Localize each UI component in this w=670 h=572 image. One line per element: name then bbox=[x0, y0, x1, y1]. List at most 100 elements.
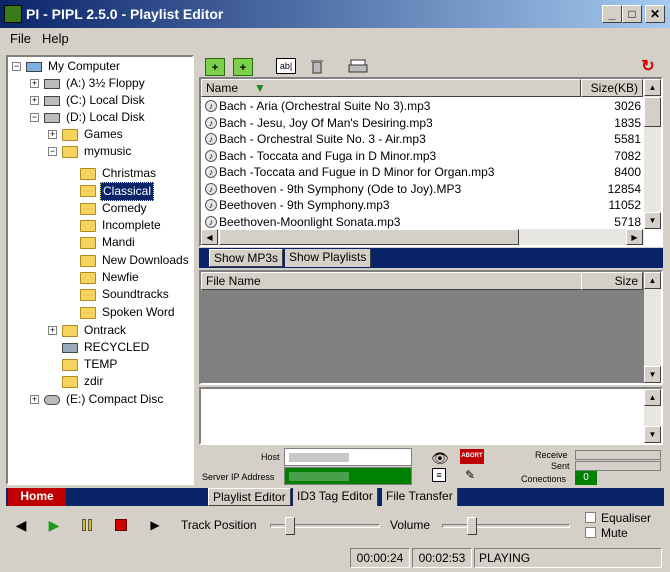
tab-show-playlists[interactable]: Show Playlists bbox=[285, 249, 372, 267]
folder-icon bbox=[62, 359, 78, 371]
window-title: PI - PIPL 2.5.0 - Playlist Editor bbox=[26, 6, 224, 22]
volume-label: Volume bbox=[390, 518, 431, 532]
close-button[interactable]: ✕ bbox=[645, 5, 665, 23]
folder-icon bbox=[80, 168, 96, 180]
hscroll-thumb[interactable] bbox=[219, 229, 519, 245]
pen-icon[interactable]: ✎ bbox=[465, 468, 475, 482]
file-size: 3026 bbox=[614, 99, 641, 113]
add-file-icon[interactable]: + bbox=[205, 58, 225, 76]
scroll-down-icon[interactable]: ▼ bbox=[644, 366, 661, 383]
computer-icon bbox=[26, 62, 42, 72]
info-text-area[interactable]: ▲ ▼ bbox=[199, 387, 663, 445]
play-icon[interactable]: ▶ bbox=[45, 516, 63, 534]
scroll-up-icon[interactable]: ▲ bbox=[644, 79, 661, 96]
column-header-size[interactable]: Size(KB) bbox=[581, 79, 643, 97]
folder-icon bbox=[80, 220, 96, 232]
file-list[interactable]: Name ▼ Size(KB) ♪ Bach - Aria (Orchestral… bbox=[199, 77, 663, 247]
menu-help[interactable]: Help bbox=[42, 31, 69, 46]
playlist-panel[interactable]: File Name Size ▲ ▼ bbox=[199, 270, 663, 385]
file-list-hscrollbar[interactable]: ◀ ▶ bbox=[201, 229, 644, 245]
file-name: Bach - Jesu, Joy Of Man's Desiring.mp3 bbox=[219, 115, 433, 130]
scroll-up-icon[interactable]: ▲ bbox=[644, 272, 661, 289]
file-name: Bach - Toccata and Fuga in D Minor.mp3 bbox=[219, 148, 437, 163]
file-size: 11052 bbox=[608, 198, 641, 212]
file-row[interactable]: ♪ Bach - Toccata and Fuga in D Minor.mp3 7… bbox=[203, 148, 641, 165]
info-scrollbar[interactable]: ▲ ▼ bbox=[644, 389, 661, 443]
print-icon[interactable] bbox=[348, 58, 368, 76]
file-row[interactable]: ♪ Bach - Aria (Orchestral Suite No 3).mp3… bbox=[203, 98, 641, 115]
eye-icon[interactable]: 👁 bbox=[431, 450, 449, 467]
column-header-file-name[interactable]: File Name bbox=[201, 272, 643, 290]
disk-icon bbox=[44, 96, 60, 106]
audio-file-icon: ♪ bbox=[205, 116, 217, 129]
file-list-scrollbar[interactable]: ▲ ▼ bbox=[644, 79, 661, 229]
scroll-right-icon[interactable]: ▶ bbox=[626, 229, 643, 245]
rename-icon[interactable]: ab| bbox=[276, 58, 296, 74]
add-all-icon[interactable]: + bbox=[233, 58, 253, 76]
scroll-left-icon[interactable]: ◀ bbox=[201, 229, 218, 245]
folder-icon bbox=[80, 203, 96, 215]
abort-button[interactable]: ABORT bbox=[460, 449, 484, 464]
folder-icon bbox=[80, 307, 96, 319]
delete-icon[interactable] bbox=[307, 58, 327, 76]
maximize-button[interactable]: □ bbox=[622, 5, 642, 23]
folder-tree[interactable]: − My Computer + (A:) 3½ Floppy + (C:) Lo… bbox=[6, 55, 194, 485]
minimize-button[interactable]: _ bbox=[602, 5, 622, 23]
sent-bar bbox=[575, 461, 661, 471]
file-row[interactable]: ♪ Bach -Toccata and Fugue in D Minor for … bbox=[203, 164, 641, 181]
connections-count: 0 bbox=[575, 471, 597, 485]
file-row[interactable]: ♪ Bach - Jesu, Joy Of Man's Desiring.mp3 1… bbox=[203, 115, 641, 132]
playlist-scrollbar[interactable]: ▲ ▼ bbox=[644, 272, 661, 383]
document-icon[interactable]: ≡ bbox=[432, 468, 446, 482]
host-field[interactable] bbox=[284, 448, 412, 466]
list-tabs: Show MP3s Show Playlists bbox=[199, 248, 663, 268]
scroll-thumb[interactable] bbox=[644, 97, 661, 127]
tab-playlist-editor[interactable]: Playlist Editor bbox=[208, 488, 291, 506]
track-position-slider[interactable] bbox=[270, 517, 380, 535]
folder-icon bbox=[80, 289, 96, 301]
scroll-down-icon[interactable]: ▼ bbox=[644, 426, 661, 443]
folder-icon bbox=[80, 255, 96, 267]
equaliser-label: Equaliser bbox=[601, 511, 652, 525]
file-row[interactable]: ♪ Bach - Orchestral Suite No. 3 - Air.mp3… bbox=[203, 131, 641, 148]
next-icon[interactable]: ▶ bbox=[146, 516, 164, 534]
pause-icon[interactable] bbox=[78, 516, 96, 534]
main-tabs: Home Playlist Editor ID3 Tag Editor File… bbox=[6, 488, 664, 506]
server-ip-field[interactable] bbox=[284, 467, 412, 485]
stop-icon[interactable] bbox=[112, 516, 130, 534]
column-header-playlist-size[interactable]: Size bbox=[581, 272, 643, 290]
audio-file-icon: ♪ bbox=[205, 182, 217, 195]
tab-file-transfer[interactable]: File Transfer bbox=[382, 488, 458, 506]
audio-file-icon: ♪ bbox=[205, 199, 217, 211]
previous-icon[interactable]: ◀ bbox=[12, 516, 30, 534]
tab-home[interactable]: Home bbox=[8, 488, 66, 506]
file-name: Beethoven-Moonlight Sonata.mp3 bbox=[219, 214, 401, 229]
volume-thumb[interactable] bbox=[466, 517, 477, 535]
menu-file[interactable]: File bbox=[10, 31, 31, 46]
scroll-up-icon[interactable]: ▲ bbox=[644, 389, 661, 406]
tab-id3-tag-editor[interactable]: ID3 Tag Editor bbox=[293, 488, 378, 506]
host-label: Host bbox=[261, 452, 280, 462]
audio-file-icon: ♪ bbox=[205, 166, 217, 178]
tab-show-mp3s[interactable]: Show MP3s bbox=[209, 249, 284, 267]
equaliser-checkbox[interactable] bbox=[585, 512, 596, 523]
connections-label: Conections bbox=[521, 474, 567, 484]
network-panel: Host Server IP Address 👁 ≡ ABORT ✎ Recei… bbox=[199, 446, 663, 488]
file-row[interactable]: ♪ Beethoven-Moonlight Sonata.mp3 5718 bbox=[203, 214, 641, 231]
column-header-name[interactable]: Name ▼ bbox=[201, 79, 581, 97]
scroll-down-icon[interactable]: ▼ bbox=[644, 212, 661, 229]
mute-checkbox[interactable] bbox=[585, 527, 596, 538]
folder-icon bbox=[62, 376, 78, 388]
file-name: Bach - Aria (Orchestral Suite No 3).mp3 bbox=[219, 99, 431, 113]
file-row[interactable]: ♪ Beethoven - 9th Symphony.mp3 11052 bbox=[203, 197, 641, 214]
track-position-thumb[interactable] bbox=[285, 517, 295, 535]
recycle-bin-icon bbox=[62, 343, 78, 353]
total-time: 00:02:53 bbox=[412, 548, 472, 568]
volume-slider[interactable] bbox=[442, 517, 570, 535]
refresh-icon[interactable]: ↻ bbox=[638, 58, 658, 76]
title-bar: PI - PIPL 2.5.0 - Playlist Editor _ □ ✕ bbox=[0, 0, 670, 28]
receive-bar bbox=[575, 450, 661, 460]
audio-file-icon: ♪ bbox=[205, 215, 217, 228]
file-name: Beethoven - 9th Symphony.mp3 bbox=[219, 198, 390, 212]
file-row[interactable]: ♪ Beethoven - 9th Symphony (Ode to Joy).M… bbox=[203, 181, 641, 198]
